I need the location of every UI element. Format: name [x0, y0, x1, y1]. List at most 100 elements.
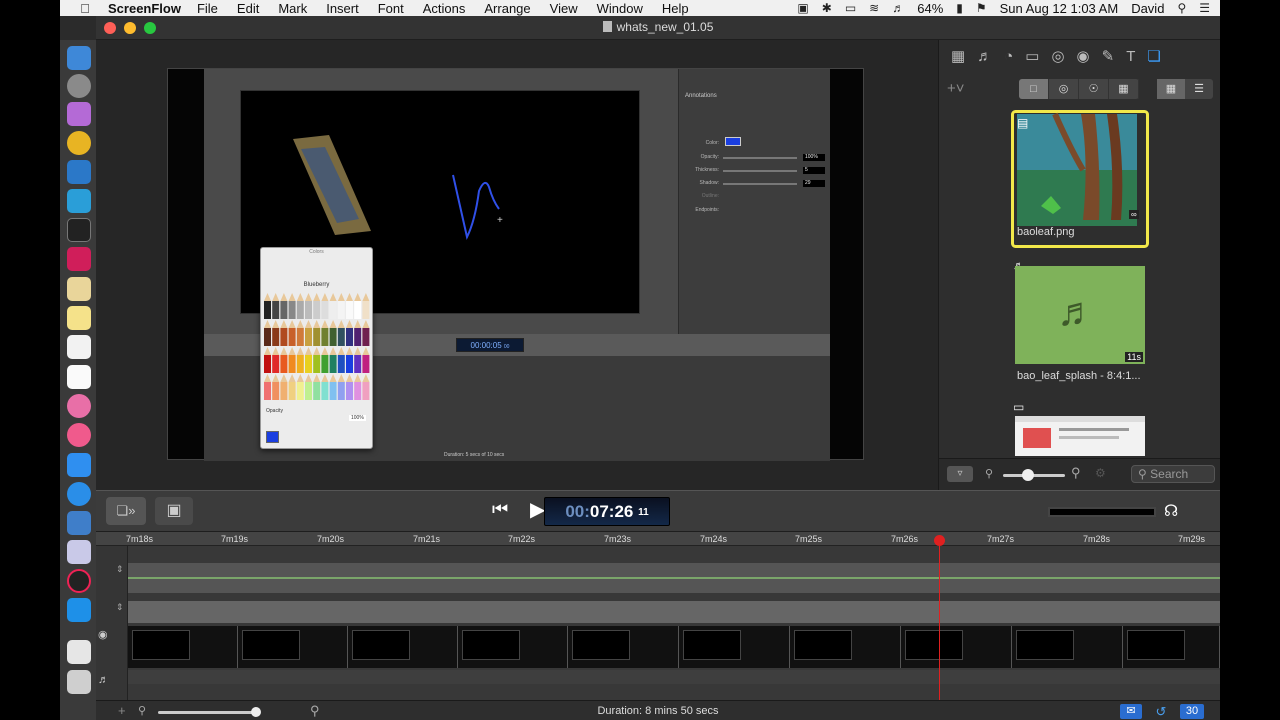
snapping-toggle-icon[interactable]: ✉	[1120, 704, 1142, 719]
video-clip[interactable]	[1012, 626, 1123, 668]
video-track[interactable]	[128, 626, 1220, 668]
pencil-swatch[interactable]	[362, 320, 370, 346]
callout-icon[interactable]: ◎	[1051, 47, 1064, 65]
pencil-swatch[interactable]	[313, 293, 321, 319]
pencil-swatch[interactable]	[272, 320, 280, 346]
pencil-swatch[interactable]	[272, 374, 280, 400]
battery-percent[interactable]: 64%	[917, 1, 943, 16]
pencil-swatch[interactable]	[346, 293, 353, 319]
wifi-icon[interactable]: ≋	[869, 1, 879, 15]
pencil-swatch[interactable]	[354, 374, 362, 400]
pencil-swatch[interactable]	[321, 320, 329, 346]
zoom-out-icon[interactable]: ⚲	[985, 467, 993, 480]
zoom-in-icon[interactable]: ⚲	[1071, 465, 1081, 481]
toggle-canvas-mode-button[interactable]: ❏»	[106, 497, 146, 525]
textedit-icon[interactable]	[67, 335, 91, 359]
pencil-swatch[interactable]	[264, 320, 271, 346]
notification-center-icon[interactable]: ☰	[1199, 1, 1210, 15]
webstorm-icon[interactable]	[67, 189, 91, 213]
video-clip[interactable]	[901, 626, 1012, 668]
web-media-icon[interactable]: ☉	[1079, 79, 1109, 99]
settings-gear-icon[interactable]: ⚙	[1095, 466, 1106, 480]
us-flag-icon[interactable]: ⚑	[976, 1, 987, 15]
pencil-swatch[interactable]	[362, 293, 370, 319]
pencil-swatch[interactable]	[313, 347, 321, 373]
pencil-swatch[interactable]	[362, 347, 370, 373]
pencil-swatch[interactable]	[354, 320, 362, 346]
calendar-icon[interactable]	[67, 365, 91, 389]
pencil-swatch[interactable]	[280, 347, 288, 373]
film-library-icon[interactable]: ▦	[1109, 79, 1139, 99]
touch-callout-icon[interactable]: ◉	[1077, 47, 1090, 65]
list-view-icon[interactable]: ☰	[1185, 79, 1213, 99]
video-clip[interactable]	[128, 626, 238, 668]
media-library-icon[interactable]: ❏	[1147, 47, 1160, 65]
pencil-swatch[interactable]	[264, 374, 271, 400]
display-icon[interactable]: ▭	[845, 1, 856, 15]
bluetooth-icon[interactable]: ✱	[822, 1, 832, 15]
pencil-swatch[interactable]	[346, 320, 353, 346]
pencil-swatch[interactable]	[296, 320, 304, 346]
pencil-swatch[interactable]	[280, 320, 288, 346]
system-preferences-icon[interactable]	[67, 74, 91, 98]
vscode-icon[interactable]	[67, 160, 91, 184]
pencil-swatch[interactable]	[313, 374, 321, 400]
pencil-swatch[interactable]	[313, 320, 321, 346]
apple-menu-icon[interactable]: 	[74, 1, 96, 16]
add-media-button[interactable]: +˅	[947, 80, 965, 97]
volume-icon[interactable]: ♬	[892, 1, 904, 15]
pencil-swatch[interactable]	[354, 293, 362, 319]
pencil-swatch[interactable]	[288, 347, 296, 373]
audio-track[interactable]	[128, 563, 1220, 593]
photos-icon[interactable]	[67, 394, 91, 418]
track-collapse-icon[interactable]: ⇕	[116, 564, 124, 575]
screen-record-icon[interactable]: ▣	[797, 1, 808, 15]
headphones-icon[interactable]: ☊	[1164, 501, 1178, 521]
video-clip[interactable]	[238, 626, 348, 668]
notes-app-icon[interactable]	[67, 277, 91, 301]
library-search-field[interactable]: ⚲ Search	[1131, 465, 1215, 483]
menu-edit[interactable]: Edit	[237, 1, 259, 16]
audio-properties-icon[interactable]: ♬	[977, 48, 992, 65]
app-store-icon[interactable]	[67, 453, 91, 477]
filter-button[interactable]: ▿	[947, 466, 973, 482]
trash-icon[interactable]	[67, 670, 91, 694]
menu-font[interactable]: Font	[378, 1, 404, 16]
pencil-swatch[interactable]	[329, 347, 337, 373]
document-library-icon[interactable]: □	[1019, 79, 1049, 99]
itunes-icon[interactable]	[67, 423, 91, 447]
text-icon[interactable]: T	[1126, 48, 1135, 65]
pencil-swatch[interactable]	[272, 293, 280, 319]
media-item-baoleaf[interactable]: ▤ ∞ baoleaf.png	[1011, 110, 1151, 248]
video-motion-icon[interactable]: ◔	[1004, 48, 1013, 65]
pencil-swatch[interactable]	[337, 320, 345, 346]
screen-recording-icon[interactable]: ▭	[1025, 47, 1039, 65]
pencil-swatch[interactable]	[288, 320, 296, 346]
pencil-swatch[interactable]	[305, 347, 312, 373]
menu-help[interactable]: Help	[662, 1, 689, 16]
pencil-swatch[interactable]	[272, 347, 280, 373]
menu-view[interactable]: View	[550, 1, 578, 16]
pencil-swatch[interactable]	[296, 293, 304, 319]
chrome-icon[interactable]	[67, 131, 91, 155]
davinci-resolve-icon[interactable]	[67, 569, 91, 593]
pencil-swatch[interactable]	[296, 347, 304, 373]
pencil-swatch[interactable]	[321, 374, 329, 400]
media-item-bao-leaf-splash[interactable]: ♬ ♬ 11s bao_leaf_splash - 8:4:1...	[1011, 260, 1151, 382]
timeline-ruler[interactable]: 7m18s 7m19s 7m20s 7m21s 7m22s 7m23s 7m24…	[96, 532, 1220, 546]
video-clip[interactable]	[458, 626, 568, 668]
menu-window[interactable]: Window	[597, 1, 643, 16]
menu-clock[interactable]: Sun Aug 12 1:03 AM	[1000, 1, 1119, 16]
pencil-swatch[interactable]	[346, 374, 353, 400]
pencil-swatch[interactable]	[288, 374, 296, 400]
playhead-line[interactable]	[939, 540, 940, 700]
document-stack-icon[interactable]	[67, 640, 91, 664]
pencil-swatch[interactable]	[346, 347, 353, 373]
menu-insert[interactable]: Insert	[326, 1, 359, 16]
playback-app-icon[interactable]	[67, 598, 91, 622]
pencil-swatch[interactable]	[305, 293, 312, 319]
safari-icon[interactable]	[67, 482, 91, 506]
track-visibility-icon[interactable]: ◉	[98, 628, 108, 641]
pencil-swatch[interactable]	[354, 347, 362, 373]
video-clip[interactable]	[568, 626, 679, 668]
